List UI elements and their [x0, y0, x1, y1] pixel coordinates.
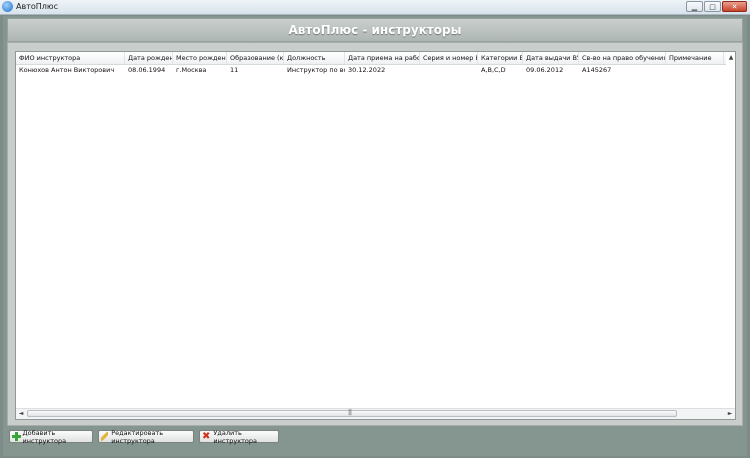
table-cell: 09.06.2012 [526, 66, 564, 74]
main-window: АвтоПлюс - инструкторы ФИО инструктора Да… [3, 16, 747, 456]
window-titlebar: АвтоПлюс ▁ □ ✕ [0, 0, 750, 15]
table-header: ФИО инструктораДата рожденияМесто рожден… [16, 52, 735, 65]
scroll-left-icon[interactable]: ◄ [16, 409, 26, 419]
column-header[interactable]: ФИО инструктора [16, 52, 125, 64]
close-button[interactable]: ✕ [722, 1, 747, 12]
table-cell: A145267 [582, 66, 612, 74]
column-header[interactable]: Дата выдачи ВУ [523, 52, 579, 64]
delete-instructor-button[interactable]: ✖ Удалить инструктора [199, 428, 279, 445]
column-header[interactable]: Серия и номер ВУ [420, 52, 478, 64]
delete-icon: ✖ [202, 431, 211, 442]
scroll-right-icon[interactable]: ► [725, 409, 735, 419]
maximize-button[interactable]: □ [704, 1, 721, 12]
bottom-toolbar: Добавить инструктора Редактировать инстр… [9, 428, 279, 445]
content-panel: ФИО инструктораДата рожденияМесто рожден… [7, 42, 743, 426]
table-cell [666, 65, 724, 76]
edit-instructor-label: Редактировать инструктора [111, 428, 164, 445]
table-cell: 08.06.1994 [128, 66, 166, 74]
column-header[interactable]: Образование (кл.) [227, 52, 284, 64]
table-cell: 11 [230, 66, 239, 74]
add-instructor-button[interactable]: Добавить инструктора [9, 428, 93, 445]
scroll-up-icon[interactable]: ▲ [726, 53, 735, 63]
table-cell: Конюхов Антон Викторович [19, 66, 115, 74]
horizontal-scrollbar[interactable]: ◄ ||| ► [16, 408, 735, 419]
plus-icon [12, 432, 21, 441]
table-cell: A,B,C,D [481, 66, 506, 74]
app-icon [2, 1, 13, 12]
instructors-table[interactable]: ФИО инструктораДата рожденияМесто рожден… [15, 51, 736, 420]
window-controls: ▁ □ ✕ [686, 1, 747, 12]
page-header: АвтоПлюс - инструкторы [7, 18, 743, 42]
page-title: АвтоПлюс - инструкторы [288, 23, 462, 37]
vertical-scrollbar[interactable]: ▲ [726, 52, 735, 408]
column-header[interactable]: Должность [284, 52, 345, 64]
edit-instructor-button[interactable]: Редактировать инструктора [98, 428, 194, 445]
column-header[interactable]: Св-во на право обучения [579, 52, 666, 64]
column-header[interactable]: Примечание [666, 52, 724, 64]
column-header[interactable]: Место рождения [173, 52, 227, 64]
scrollbar-thumb[interactable]: ||| [27, 409, 677, 417]
column-header[interactable]: Дата приема на работу [345, 52, 420, 64]
window-title: АвтоПлюс [16, 2, 59, 11]
table-cell: 30.12.2022 [348, 66, 386, 74]
add-instructor-label: Добавить инструктора [22, 428, 67, 445]
column-header[interactable]: Категории ВУ [478, 52, 523, 64]
pencil-icon [101, 432, 109, 441]
table-row[interactable]: Конюхов Антон Викторович 08.06.1994 г.Моск… [16, 65, 735, 76]
scrollbar-grip-icon: ||| [348, 409, 352, 416]
table-cell: Инструктор по во... [287, 66, 345, 74]
minimize-button[interactable]: ▁ [686, 1, 703, 12]
delete-instructor-label: Удалить инструктора [213, 428, 257, 445]
table-cell [420, 65, 478, 76]
column-header[interactable]: Дата рождения [125, 52, 173, 64]
table-cell: г.Москва [176, 66, 207, 74]
